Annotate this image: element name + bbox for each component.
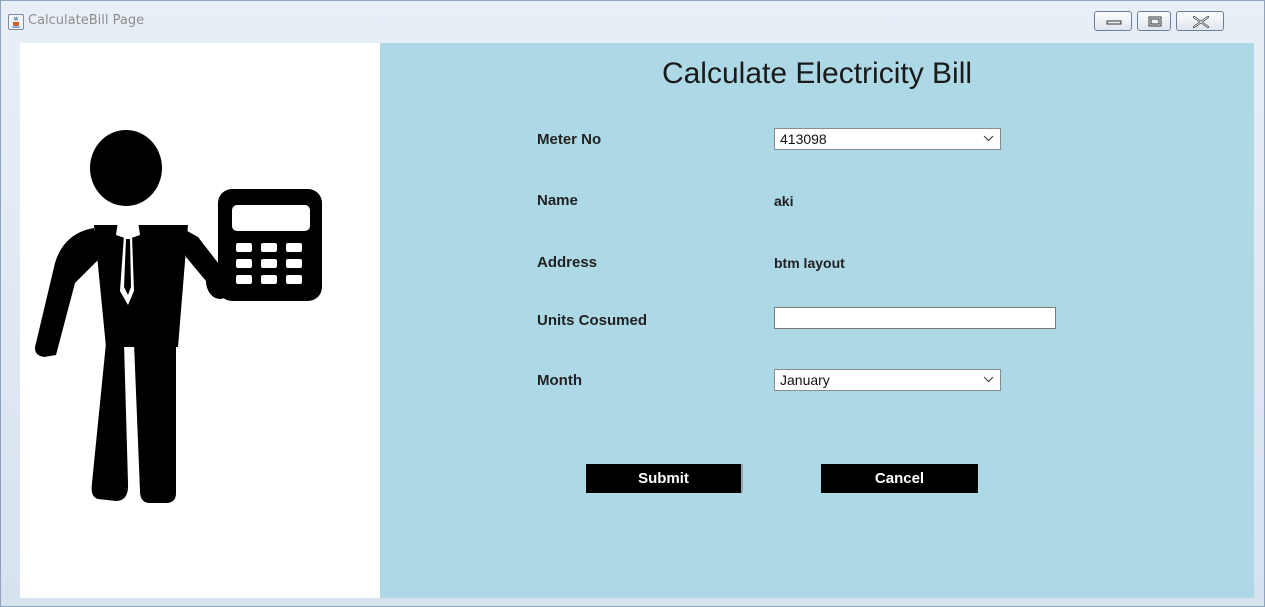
java-cup-icon bbox=[8, 14, 24, 30]
calculate-bill-window: CalculateBill Page Calculate Electricity… bbox=[0, 0, 1265, 607]
meter-no-label: Meter No bbox=[537, 131, 602, 148]
close-icon bbox=[1192, 15, 1210, 29]
businessman-with-calculator-icon bbox=[35, 130, 322, 503]
minimize-icon bbox=[1106, 20, 1122, 25]
maximize-icon bbox=[1148, 16, 1162, 27]
submit-button[interactable]: Submit bbox=[586, 464, 743, 493]
close-button[interactable] bbox=[1176, 11, 1224, 31]
units-consumed-input[interactable] bbox=[774, 307, 1056, 329]
address-value: btm layout bbox=[774, 255, 845, 271]
month-label: Month bbox=[537, 372, 582, 389]
illustration-panel bbox=[20, 43, 380, 598]
month-selected: January bbox=[780, 372, 830, 388]
bill-form-panel: Calculate Electricity Bill Meter No 4130… bbox=[380, 43, 1254, 598]
name-label: Name bbox=[537, 192, 578, 209]
maximize-button[interactable] bbox=[1137, 11, 1171, 31]
chevron-down-icon bbox=[983, 376, 994, 383]
address-label: Address bbox=[537, 254, 598, 271]
meter-no-selected: 413098 bbox=[780, 131, 827, 147]
chevron-down-icon bbox=[983, 135, 994, 142]
title-bar[interactable]: CalculateBill Page bbox=[1, 1, 1264, 41]
page-title: Calculate Electricity Bill bbox=[661, 57, 973, 90]
window-title: CalculateBill Page bbox=[28, 13, 145, 28]
minimize-button[interactable] bbox=[1094, 11, 1132, 31]
name-value: aki bbox=[774, 193, 794, 209]
meter-no-dropdown[interactable]: 413098 bbox=[774, 128, 1001, 150]
month-dropdown[interactable]: January bbox=[774, 369, 1001, 391]
cancel-button[interactable]: Cancel bbox=[821, 464, 978, 493]
units-consumed-label: Units Cosumed bbox=[537, 312, 648, 329]
